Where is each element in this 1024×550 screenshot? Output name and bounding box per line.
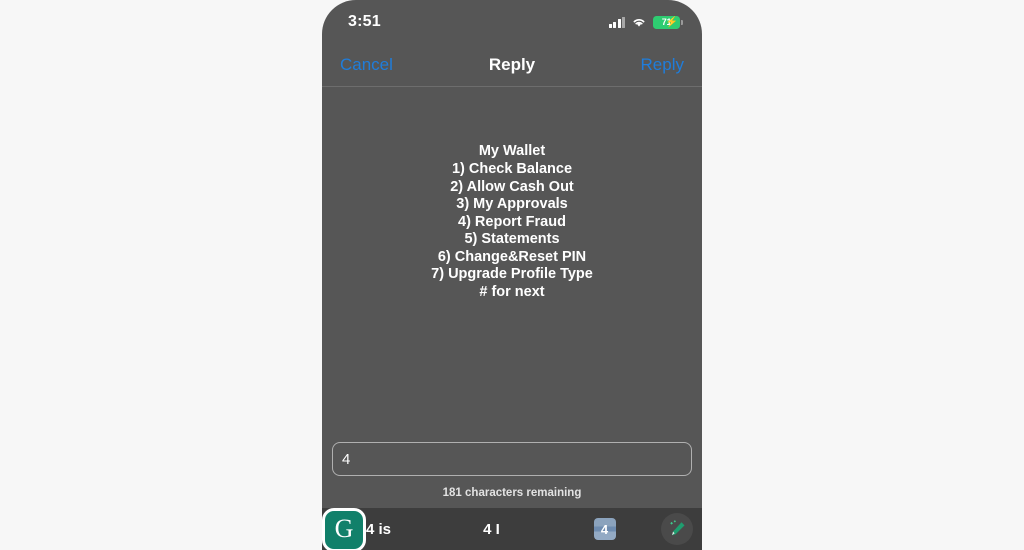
pencil-icon[interactable] [661,513,693,545]
lightning-bolt-icon: ⚡ [665,16,678,28]
status-bar: 3:51 71 ⚡ [322,0,702,44]
message-area: My Wallet 1) Check Balance 2) Allow Cash… [322,87,702,442]
message-line: 3) My Approvals [456,196,568,213]
battery-icon: 71 ⚡ [653,15,683,29]
message-line: 6) Change&Reset PIN [437,248,587,265]
message-line: # for next [479,284,545,301]
ussd-message-body: My Wallet 1) Check Balance 2) Allow Cash… [338,143,686,301]
grammarly-logo-icon[interactable]: G [322,508,366,550]
status-bar-time: 3:51 [348,13,381,30]
wifi-icon [633,19,645,27]
reply-input-area: 181 characters remaining [322,442,702,508]
navigation-bar: Cancel Reply Reply [322,44,702,87]
emoji-suggestion-slot[interactable]: 4 [548,518,661,540]
message-line: 2) Allow Cash Out [450,178,574,195]
grammarly-logo-letter: G [334,514,354,543]
status-bar-indicators: 71 ⚡ [608,15,683,29]
cellular-signal-icon [608,16,625,28]
pencil-glyph [669,519,685,535]
message-line: 4) Report Fraud [458,213,566,230]
phone-frame: 3:51 71 ⚡ Cancel Reply Reply My Wallet 1… [322,0,702,550]
message-line: 5) Statements [464,231,560,248]
suggestion-item-2[interactable]: 4 I [435,521,548,538]
reply-text-input[interactable] [332,442,692,476]
message-line: 7) Upgrade Profile Type [431,266,593,283]
character-counter: 181 characters remaining [442,487,582,499]
message-line: My Wallet [478,143,546,160]
cancel-button[interactable]: Cancel [340,55,393,75]
keyboard-suggestion-bar: G 4 is 4 I 4 [322,508,702,550]
number-badge-icon: 4 [593,518,616,540]
reply-button[interactable]: Reply [641,55,684,75]
message-line: 1) Check Balance [451,160,573,177]
